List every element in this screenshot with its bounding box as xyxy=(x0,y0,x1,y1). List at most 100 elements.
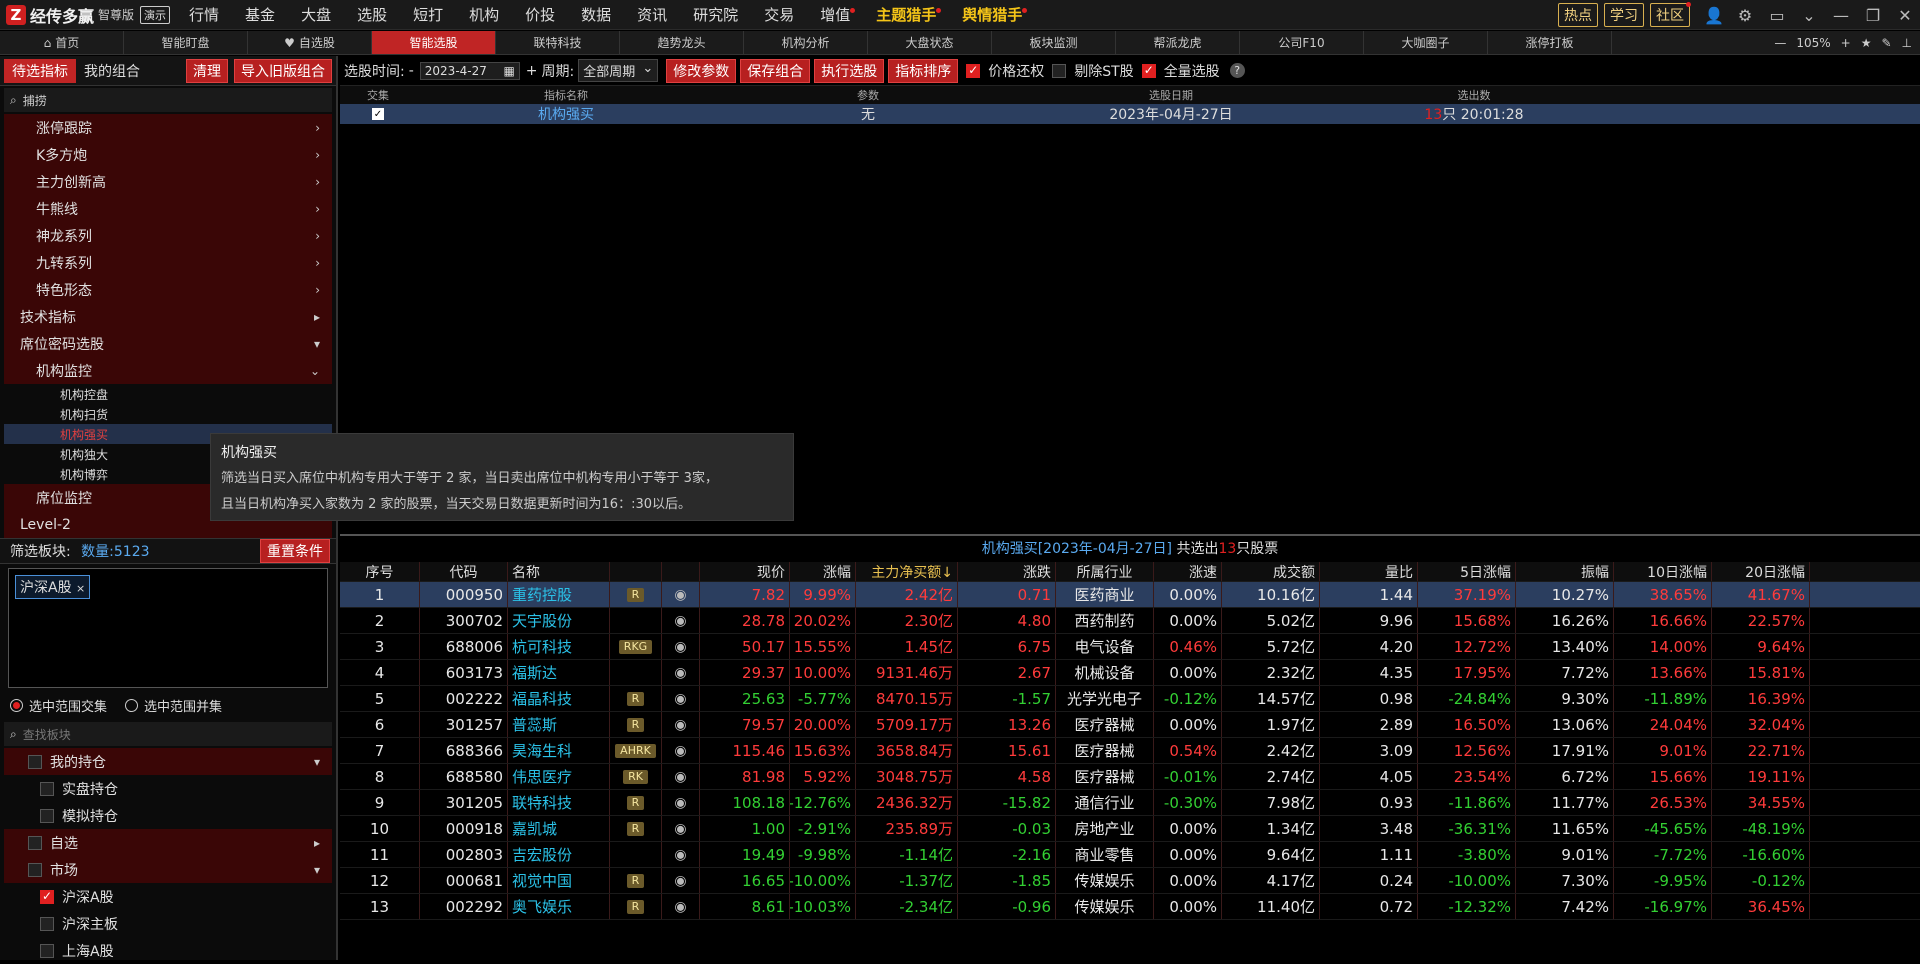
tab-item[interactable]: 大咖圈子 xyxy=(1364,31,1488,54)
close-icon[interactable]: ✕ xyxy=(1896,6,1914,25)
tab-item[interactable]: 联特科技 xyxy=(496,31,620,54)
tag-close-icon[interactable]: × xyxy=(76,582,85,595)
name-value[interactable]: 视觉中国 xyxy=(512,870,572,891)
tree-item[interactable]: 九转系列 › xyxy=(4,249,332,276)
rating-badge[interactable]: R xyxy=(626,899,645,914)
top-menu-item[interactable]: 大盘 xyxy=(288,4,344,25)
top-menu-item[interactable]: 增值 xyxy=(807,4,863,25)
tree-item[interactable]: 机构扫货 xyxy=(4,404,332,424)
name-value[interactable]: 奥飞娱乐 xyxy=(512,896,572,917)
table-row[interactable]: 6 301257 普蕊斯 R ◉ 79.57 20.00% 5709.17万 13.26 医疗器械… xyxy=(340,712,1920,738)
modify-params-button[interactable]: 修改参数 xyxy=(666,58,737,83)
table-row[interactable]: 7 688366 昊海生科 AHRK ◉ 115.46 15.63% 3658.84万 15.6… xyxy=(340,738,1920,764)
radio-union[interactable] xyxy=(125,698,139,712)
tab-item[interactable]: 板块监测 xyxy=(992,31,1116,54)
name-value[interactable]: 杭可科技 xyxy=(512,636,572,657)
name-value[interactable]: 天宇股份 xyxy=(512,610,572,631)
top-menu-item[interactable]: 价投 xyxy=(512,4,568,25)
period-select[interactable]: 全部周期 ⌄ xyxy=(578,59,659,82)
name-value[interactable]: 昊海生科 xyxy=(512,740,572,761)
code-value[interactable]: 300702 xyxy=(446,612,503,630)
top-menu-item[interactable]: 资讯 xyxy=(624,4,680,25)
top-menu-item[interactable]: 基金 xyxy=(232,4,288,25)
table-row[interactable]: 5 002222 福晶科技 R ◉ 25.63 -5.77% 8470.15万 -1.57 光学光… xyxy=(340,686,1920,712)
column-header[interactable] xyxy=(610,562,662,581)
save-combo-button[interactable]: 保存组合 xyxy=(740,58,811,83)
name-value[interactable]: 福晶科技 xyxy=(512,688,572,709)
table-row[interactable]: 9 301205 联特科技 R ◉ 108.18 -12.76% 2436.32万 -15.82… xyxy=(340,790,1920,816)
block-checkbox[interactable] xyxy=(28,862,42,877)
eye-icon[interactable]: ◉ xyxy=(674,639,686,655)
indicator-search[interactable]: ⌕ 捕捞 xyxy=(4,88,332,112)
column-header[interactable]: 涨幅 xyxy=(790,562,856,581)
tab-item[interactable]: 涨停打板 xyxy=(1488,31,1612,54)
block-checkbox[interactable] xyxy=(40,808,54,823)
date-add[interactable]: + xyxy=(526,63,538,79)
radio-intersect[interactable] xyxy=(10,698,23,712)
import-old-button[interactable]: 导入旧版组合 xyxy=(234,58,332,83)
name-value[interactable]: 福斯达 xyxy=(512,662,557,683)
block-checkbox[interactable] xyxy=(28,835,42,850)
tree-item[interactable]: 牛熊线 › xyxy=(4,195,332,222)
tab-item[interactable]: 大盘状态 xyxy=(868,31,992,54)
tab-item[interactable]: ♥ 自选股 xyxy=(248,31,372,54)
hot-button[interactable]: 热点 xyxy=(1558,3,1598,27)
tree-item[interactable]: 主力创新高 › xyxy=(4,168,332,195)
column-header[interactable]: 涨速 xyxy=(1154,562,1222,581)
block-checkbox[interactable] xyxy=(40,943,54,958)
study-button[interactable]: 学习 xyxy=(1604,3,1644,27)
block-checkbox[interactable] xyxy=(28,754,42,769)
rating-badge[interactable]: R xyxy=(626,691,645,706)
eye-icon[interactable]: ◉ xyxy=(674,717,686,733)
name-value[interactable]: 联特科技 xyxy=(512,792,572,813)
community-button[interactable]: 社区 xyxy=(1650,2,1691,27)
tree-item[interactable]: 机构监控 ⌄ xyxy=(4,357,332,384)
rating-badge[interactable]: R xyxy=(626,587,645,602)
execute-select-button[interactable]: 执行选股 xyxy=(814,58,885,83)
panel-divider[interactable] xyxy=(340,534,1920,536)
eye-icon[interactable]: ◉ xyxy=(674,847,686,863)
tab-item[interactable]: 帮派龙虎 xyxy=(1116,31,1240,54)
minimize-icon[interactable]: — xyxy=(1832,6,1850,25)
name-value[interactable]: 吉宏股份 xyxy=(512,844,572,865)
intersect-checkbox[interactable]: ✓ xyxy=(372,108,384,120)
top-menu-item[interactable]: 主题猎手 xyxy=(863,4,949,25)
column-header[interactable]: 主力净买额↓ xyxy=(856,562,958,581)
tree-item[interactable]: 特色形态 › xyxy=(4,276,332,303)
rating-badge[interactable]: AHRK xyxy=(615,743,656,758)
block-item[interactable]: 模拟持仓 xyxy=(0,802,336,829)
block-search[interactable]: ⌕ 查找板块 xyxy=(4,722,332,746)
name-value[interactable]: 普蕊斯 xyxy=(512,714,557,735)
reset-button[interactable]: 重置条件 xyxy=(260,539,330,563)
top-menu-item[interactable]: 短打 xyxy=(400,4,456,25)
table-row[interactable]: 10 000918 嘉凯城 R ◉ 1.00 -2.91% 235.89万 -0.03 房地产业 0… xyxy=(340,816,1920,842)
code-value[interactable]: 002292 xyxy=(446,898,503,916)
block-item[interactable]: 实盘持仓 xyxy=(0,775,336,802)
eye-icon[interactable]: ◉ xyxy=(674,587,686,603)
table-row[interactable]: 2 300702 天宇股份 ◉ 28.78 20.02% 2.30亿 4.80 西药制药 0.00… xyxy=(340,608,1920,634)
tree-item[interactable]: 涨停跟踪 › xyxy=(4,114,332,141)
tab-item[interactable]: ⌂ 首页 xyxy=(0,31,124,54)
block-item[interactable]: 自选 ▸ xyxy=(4,829,332,856)
indicator-row[interactable]: ✓ 机构强买 无 2023年-04月-27日 13只 20:01:28 xyxy=(340,104,1920,124)
eye-icon[interactable]: ◉ xyxy=(674,873,686,889)
block-tag[interactable]: 沪深A股 × xyxy=(15,575,91,599)
eye-icon[interactable]: ◉ xyxy=(674,743,686,759)
tab-item[interactable]: 公司F10 xyxy=(1240,31,1364,54)
column-header[interactable]: 5日涨幅 xyxy=(1418,562,1516,581)
tab-item[interactable]: 机构分析 xyxy=(744,31,868,54)
eye-icon[interactable]: ◉ xyxy=(674,665,686,681)
restore-icon[interactable]: ❐ xyxy=(1864,6,1882,25)
rating-badge[interactable]: R xyxy=(626,821,645,836)
column-header[interactable]: 现价 xyxy=(700,562,790,581)
name-value[interactable]: 嘉凯城 xyxy=(512,818,557,839)
block-item[interactable]: 我的持仓 ▾ xyxy=(4,748,332,775)
pencil-icon[interactable]: ✎ xyxy=(1881,36,1891,50)
column-header[interactable]: 量比 xyxy=(1320,562,1418,581)
eye-icon[interactable]: ◉ xyxy=(674,691,686,707)
name-value[interactable]: 重药控股 xyxy=(512,584,572,605)
code-value[interactable]: 002222 xyxy=(446,690,503,708)
tab-item[interactable]: 智能盯盘 xyxy=(124,31,248,54)
block-item[interactable]: 沪深A股 xyxy=(0,883,336,910)
eye-icon[interactable]: ◉ xyxy=(674,899,686,915)
